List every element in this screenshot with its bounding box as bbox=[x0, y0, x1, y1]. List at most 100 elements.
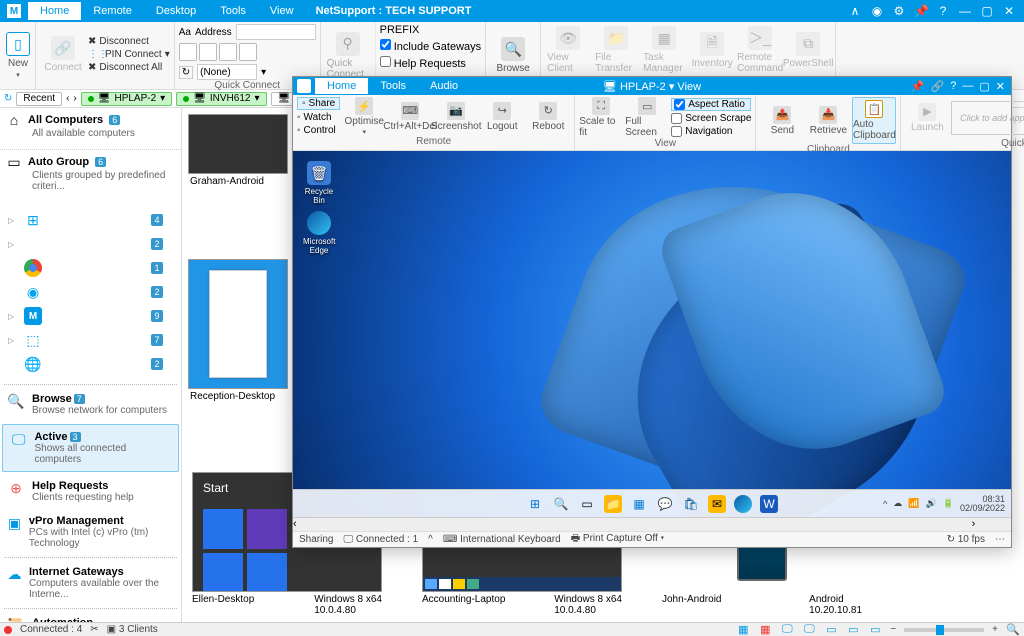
chevron-left-icon[interactable]: ‹ bbox=[66, 93, 69, 104]
remote-status-dots[interactable]: ⋯ bbox=[995, 534, 1005, 545]
tab-view[interactable]: View bbox=[258, 2, 306, 20]
recycle-bin-icon[interactable]: 🗑Recycle Bin bbox=[303, 161, 335, 205]
quick-view-icon-1[interactable] bbox=[179, 43, 197, 61]
quick-view-icon-3[interactable] bbox=[219, 43, 237, 61]
tree-globe[interactable]: 🌐2 bbox=[2, 352, 179, 376]
remote-minimize-button[interactable]: — bbox=[962, 80, 973, 93]
remote-tab-home[interactable]: Home bbox=[315, 78, 368, 94]
remote-help-icon[interactable]: ? bbox=[950, 80, 956, 93]
logout-button[interactable]: ↪Logout bbox=[480, 102, 524, 132]
include-gateways-checkbox[interactable]: Include Gateways bbox=[380, 39, 482, 53]
recent-item-1[interactable]: 🖥 HPLAP-2 ▾ bbox=[81, 92, 172, 106]
remote-status-chevron[interactable]: ^ bbox=[428, 534, 433, 545]
tray-chevron-icon[interactable]: ^ bbox=[883, 499, 887, 509]
sidebar-automation[interactable]: 📜 AutomationAutomate common tasks on: bbox=[0, 611, 181, 622]
control-button[interactable]: ◦ Control bbox=[297, 125, 340, 136]
retrieve-button[interactable]: 📥Retrieve bbox=[806, 106, 850, 136]
edge-taskbar-icon[interactable] bbox=[734, 495, 752, 513]
tree-windows[interactable]: ▷⊞4 bbox=[2, 208, 179, 232]
explorer-icon[interactable]: 📁 bbox=[604, 495, 622, 513]
remote-link-icon[interactable]: 🔗 bbox=[931, 80, 945, 93]
new-button[interactable]: ▯New▾ bbox=[4, 30, 32, 81]
tree-edge[interactable]: ◉2 bbox=[2, 280, 179, 304]
mail-icon[interactable]: ✉ bbox=[708, 495, 726, 513]
user-icon[interactable]: ◉ bbox=[870, 4, 884, 18]
remote-close-button[interactable]: ✕ bbox=[996, 80, 1005, 93]
task-view-icon[interactable]: ▭ bbox=[578, 495, 596, 513]
close-button[interactable]: ✕ bbox=[1002, 4, 1016, 18]
remote-tab-tools[interactable]: Tools bbox=[368, 78, 418, 94]
remote-taskbar[interactable]: ⊞ 🔍 ▭ 📁 ▦ 💬 🛍 ✉ W ^ ☁ 📶 🔊 🔋 08:3102/09/2… bbox=[293, 489, 1011, 517]
remote-pin-icon[interactable]: 📌 bbox=[911, 80, 925, 93]
status-icon-1[interactable]: ▦ bbox=[736, 623, 750, 636]
zoom-in-icon[interactable]: + bbox=[992, 624, 998, 635]
word-icon[interactable]: W bbox=[760, 495, 778, 513]
zoom-slider[interactable] bbox=[904, 628, 984, 632]
taskbar-search-icon[interactable]: 🔍 bbox=[552, 495, 570, 513]
sidebar-all-computers[interactable]: ⌂All Computers6 All available computers bbox=[0, 108, 181, 150]
tab-tools[interactable]: Tools bbox=[208, 2, 258, 20]
tab-desktop[interactable]: Desktop bbox=[144, 2, 208, 20]
gear-icon[interactable]: ⚙ bbox=[892, 4, 906, 18]
sidebar-help-requests[interactable]: ⊕ Help RequestsClients requesting help bbox=[0, 474, 181, 509]
status-icon-2[interactable]: ▦ bbox=[758, 623, 772, 636]
sidebar-gateways[interactable]: ☁ Internet GatewaysComputers available o… bbox=[0, 560, 181, 606]
remote-desktop-view[interactable]: 🗑Recycle Bin Microsoft Edge ⊞ 🔍 ▭ 📁 ▦ 💬 … bbox=[293, 151, 1011, 517]
tray-battery-icon[interactable]: 🔋 bbox=[943, 498, 954, 509]
browse-button[interactable]: 🔍Browse bbox=[490, 35, 536, 76]
screenshot-button[interactable]: 📷Screenshot bbox=[434, 102, 478, 132]
address-input[interactable] bbox=[236, 24, 316, 40]
tree-box[interactable]: ▷⬚7 bbox=[2, 328, 179, 352]
help-icon[interactable]: ? bbox=[936, 4, 950, 18]
tree-netsupport[interactable]: ▷M9 bbox=[2, 304, 179, 328]
watch-button[interactable]: ◦ Watch bbox=[297, 112, 340, 123]
reboot-button[interactable]: ↻Reboot bbox=[526, 102, 570, 132]
store-icon[interactable]: 🛍 bbox=[682, 495, 700, 513]
edge-icon[interactable]: Microsoft Edge bbox=[303, 211, 335, 255]
share-button[interactable]: ◦ Share bbox=[297, 97, 340, 110]
chevron-right-icon[interactable]: › bbox=[73, 93, 76, 104]
send-button[interactable]: 📤Send bbox=[760, 106, 804, 136]
remote-maximize-button[interactable]: ▢ bbox=[979, 80, 989, 93]
scale-to-fit-button[interactable]: ⛶Scale to fit bbox=[579, 97, 623, 138]
pin-icon[interactable]: 📌 bbox=[914, 4, 928, 18]
remote-tab-audio[interactable]: Audio bbox=[418, 78, 470, 94]
collapse-ribbon-icon[interactable]: ∧ bbox=[848, 4, 862, 18]
tree-apple[interactable]: ▷2 bbox=[2, 232, 179, 256]
ctrl-alt-del-button[interactable]: ⌨Ctrl+Alt+Del bbox=[388, 102, 432, 132]
sidebar-vpro[interactable]: ▣ vPro ManagementPCs with Intel (c) vPro… bbox=[0, 509, 181, 555]
screen-scrape-checkbox[interactable]: Screen Scrape bbox=[671, 113, 751, 124]
status-icon-4[interactable]: 🖵 bbox=[802, 623, 816, 636]
maximize-button[interactable]: ▢ bbox=[980, 4, 994, 18]
click-to-add-app[interactable]: Click to add application bbox=[951, 101, 1024, 135]
recent-label[interactable]: Recent bbox=[16, 92, 62, 106]
start-icon[interactable]: ⊞ bbox=[526, 495, 544, 513]
quick-view-icon-2[interactable] bbox=[199, 43, 217, 61]
widgets-icon[interactable]: ▦ bbox=[630, 495, 648, 513]
disconnect-all-button[interactable]: ✖ Disconnect All bbox=[88, 62, 170, 73]
optimise-button[interactable]: ⚡Optimise▾ bbox=[342, 97, 386, 136]
tray-wifi-icon[interactable]: 📶 bbox=[908, 498, 919, 509]
tab-home[interactable]: Home bbox=[28, 2, 81, 20]
status-icon-6[interactable]: ▭ bbox=[846, 623, 860, 636]
system-tray[interactable]: ^ ☁ 📶 🔊 🔋 08:3102/09/2022 bbox=[883, 495, 1005, 513]
prefix-dropdown[interactable] bbox=[197, 64, 257, 80]
tray-volume-icon[interactable]: 🔊 bbox=[926, 498, 937, 509]
tree-chrome[interactable]: 1 bbox=[2, 256, 179, 280]
auto-clipboard-button[interactable]: 📋Auto Clipboard bbox=[852, 97, 896, 144]
navigation-checkbox[interactable]: Navigation bbox=[671, 126, 751, 137]
sidebar-auto-group[interactable]: ▭Auto Group6 Clients grouped by predefin… bbox=[0, 150, 181, 202]
status-icon-3[interactable]: 🖵 bbox=[780, 623, 794, 636]
tab-remote[interactable]: Remote bbox=[81, 2, 144, 20]
chat-icon[interactable]: 💬 bbox=[656, 495, 674, 513]
status-icon-5[interactable]: ▭ bbox=[824, 623, 838, 636]
thumb-graham[interactable]: Graham-Android bbox=[188, 114, 288, 189]
status-icon-7[interactable]: ▭ bbox=[868, 623, 882, 636]
recent-item-2[interactable]: 🖥 INVH612 ▾ bbox=[176, 92, 266, 106]
disconnect-button[interactable]: ✖ Disconnect bbox=[88, 36, 170, 47]
sidebar-browse[interactable]: 🔍 Browse7Browse network for computers bbox=[0, 387, 181, 422]
help-requests-checkbox[interactable]: Help Requests bbox=[380, 56, 466, 70]
aspect-ratio-checkbox[interactable]: Aspect Ratio bbox=[671, 98, 751, 111]
quick-view-icon-4[interactable] bbox=[239, 43, 257, 61]
thumb-reception[interactable]: Reception-Desktop bbox=[188, 259, 288, 404]
